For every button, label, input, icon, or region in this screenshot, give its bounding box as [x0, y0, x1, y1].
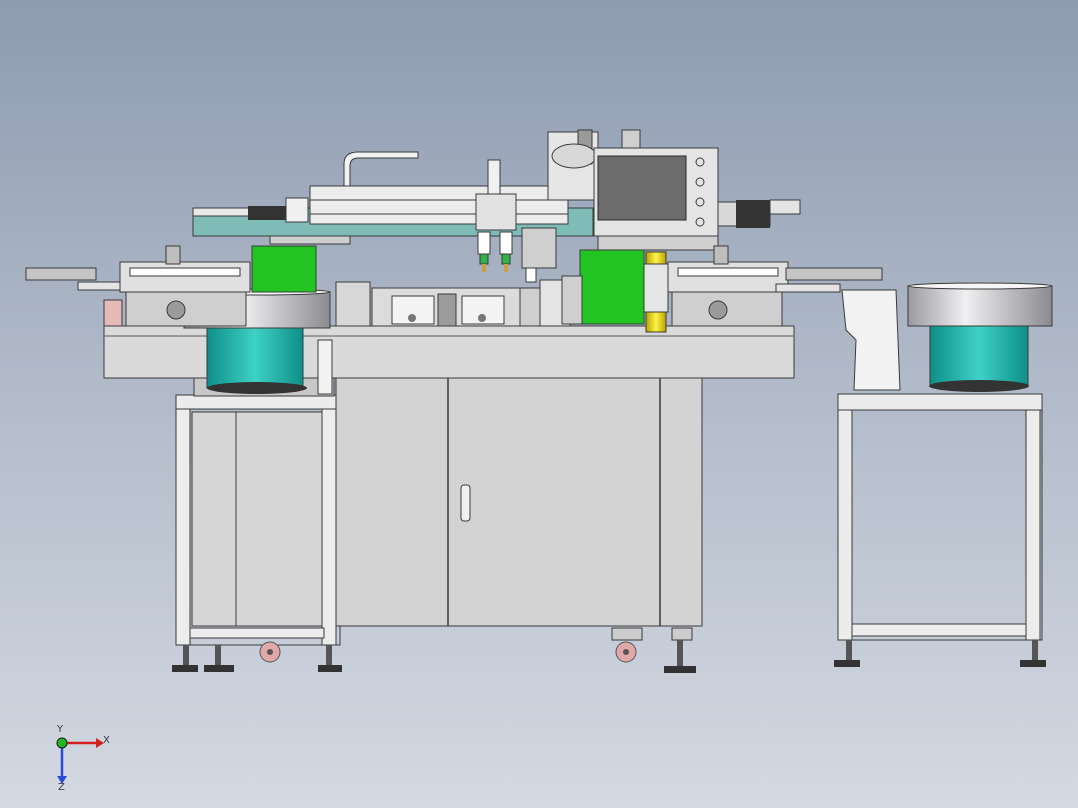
- right-stand: [834, 393, 1046, 667]
- cad-viewport: X Y Z: [0, 0, 1078, 808]
- axis-x-label: X: [103, 735, 110, 746]
- left-stand: [175, 394, 341, 646]
- right-green-block: [561, 249, 669, 333]
- upper-motor: [547, 129, 599, 201]
- servo-motor: [717, 199, 801, 228]
- axis-y-label: Y: [57, 724, 64, 735]
- gantry: [192, 151, 594, 237]
- axis-triad: [56, 737, 104, 784]
- work-fixtures: [335, 279, 571, 327]
- hmi-panel: [593, 129, 719, 251]
- right-bowl-feeder: [841, 282, 1053, 392]
- machine-drawing: [25, 129, 1053, 784]
- main-cabinet: [335, 377, 703, 627]
- left-feed-rail: [25, 245, 251, 327]
- axis-z-label: Z: [58, 782, 65, 793]
- left-green-block: [251, 235, 351, 293]
